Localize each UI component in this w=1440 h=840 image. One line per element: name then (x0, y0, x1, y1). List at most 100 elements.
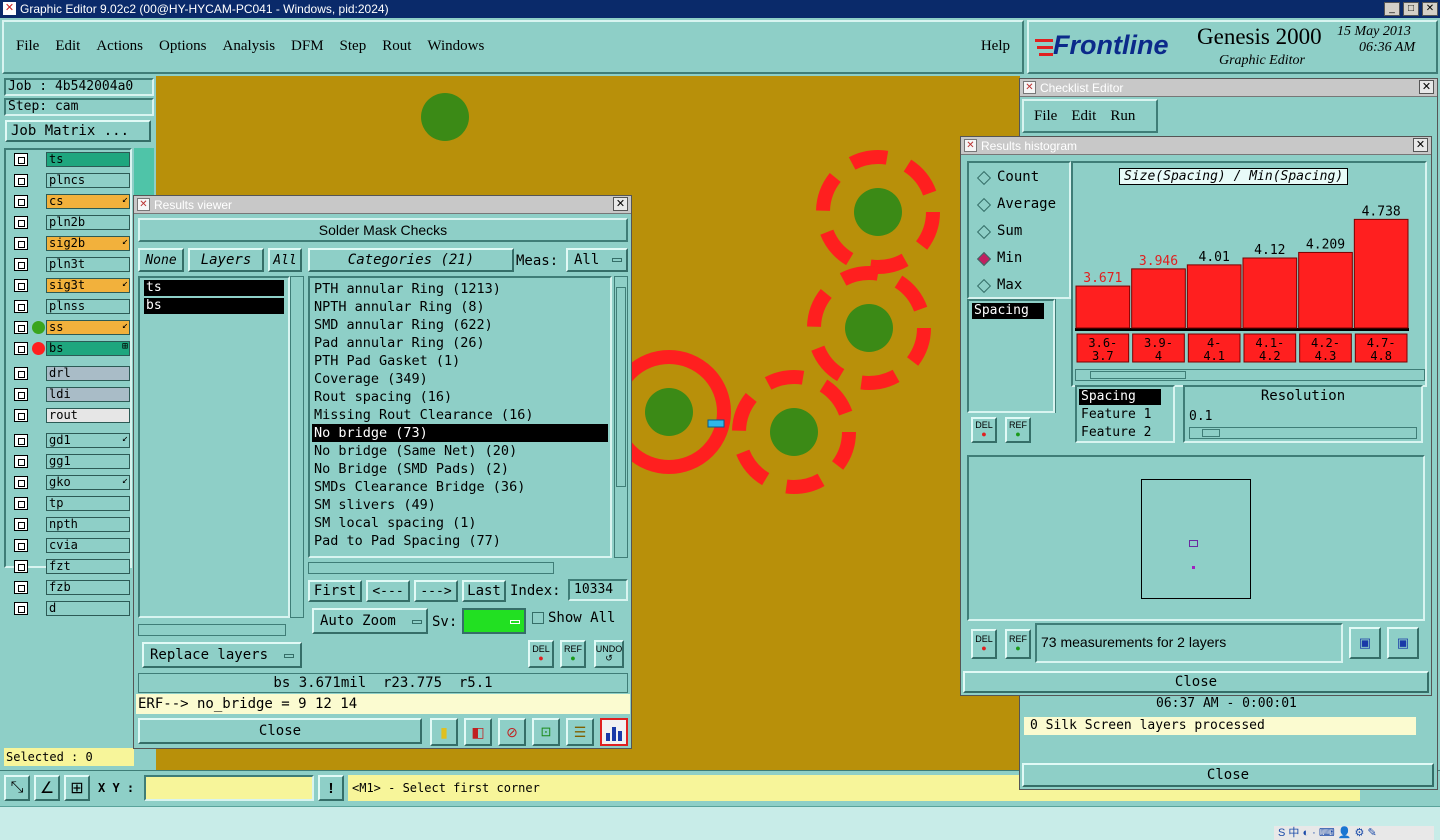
ref-off-icon[interactable]: ⊘ (498, 718, 526, 746)
layer-checkbox[interactable] (14, 539, 28, 552)
prev-button[interactable]: <--- (366, 580, 410, 602)
rv-close-button[interactable]: Close (138, 718, 422, 744)
sv-color-select[interactable] (462, 608, 526, 634)
histogram-icon[interactable] (600, 718, 628, 746)
category-item[interactable]: PTH annular Ring (1213) (312, 280, 608, 298)
menu-edit[interactable]: Edit (55, 38, 80, 55)
layer-row-pln2b[interactable]: pln2b (14, 215, 130, 230)
layer-checkbox[interactable] (14, 497, 28, 510)
auto-zoom-select[interactable]: Auto Zoom (312, 608, 428, 634)
layer-checkbox[interactable] (14, 195, 28, 208)
measure-icon[interactable]: ∠ (34, 775, 60, 801)
ime-tray[interactable]: S 中 ◐ · ⌨ 👤 ⚙ ✎ (1274, 826, 1434, 840)
all-layers-button[interactable]: All (268, 248, 302, 272)
category-item[interactable]: SM local spacing (1) (312, 514, 608, 532)
layer-color-dot[interactable] (32, 342, 45, 355)
zoom-to-icon[interactable]: ▣ (1387, 627, 1419, 659)
checklist-menu-file[interactable]: File (1034, 108, 1057, 125)
category-item[interactable]: SM slivers (49) (312, 496, 608, 514)
category-item[interactable]: Coverage (349) (312, 370, 608, 388)
category-item[interactable]: SMD annular Ring (622) (312, 316, 608, 334)
first-button[interactable]: First (308, 580, 362, 602)
layer-checkbox[interactable] (14, 476, 28, 489)
layer-row-pln3t[interactable]: pln3t (14, 257, 130, 272)
minimize-button[interactable]: _ (1384, 2, 1400, 16)
rv-del-button[interactable]: DEL ● (528, 640, 554, 668)
layer-row-drl[interactable]: drl (14, 366, 130, 381)
checklist-close-icon[interactable]: ✕ (1419, 80, 1434, 94)
zoom-area-icon[interactable]: ⤡ (4, 775, 30, 801)
checklist-menu-edit[interactable]: Edit (1071, 108, 1096, 125)
checklist-close-button[interactable]: Close (1022, 763, 1434, 787)
layer-row-fzb[interactable]: fzb (14, 580, 130, 595)
category-item[interactable]: Missing Rout Clearance (16) (312, 406, 608, 424)
last-button[interactable]: Last (462, 580, 506, 602)
menu-step[interactable]: Step (340, 38, 367, 55)
layers-button[interactable]: Layers (188, 248, 264, 272)
result-layer-ts[interactable]: ts (144, 280, 284, 296)
layer-row-fzt[interactable]: fzt (14, 559, 130, 574)
help-menu[interactable]: Help (981, 38, 1010, 55)
category-item[interactable]: Pad to Pad Spacing (77) (312, 532, 608, 550)
layer-row-tp[interactable]: tp (14, 496, 130, 511)
histogram-close-button[interactable]: Close (963, 671, 1429, 693)
layer-color-dot[interactable] (32, 321, 45, 334)
layer-checkbox[interactable] (14, 153, 28, 166)
layer-checkbox[interactable] (14, 434, 28, 447)
index-input[interactable]: 10334 (568, 579, 628, 601)
layer-row-bs[interactable]: bs ⊞ (14, 341, 130, 356)
layer-row-rout[interactable]: rout (14, 408, 130, 423)
menu-rout[interactable]: Rout (382, 38, 411, 55)
show-all-checkbox[interactable] (532, 612, 544, 624)
meas-select[interactable]: All (566, 248, 628, 272)
category-scrollbar[interactable] (614, 276, 628, 558)
category-item[interactable]: SMDs Clearance Bridge (36) (312, 478, 608, 496)
category-item[interactable]: No Bridge (SMD Pads) (2) (312, 460, 608, 478)
attribute-item[interactable]: Feature 1 (1079, 407, 1161, 423)
layer-checkbox[interactable] (14, 342, 28, 355)
maximize-button[interactable]: □ (1403, 2, 1419, 16)
report-icon[interactable]: ◧ (464, 718, 492, 746)
rv-ref-button[interactable]: REF ● (560, 640, 586, 668)
histogram-del-button[interactable]: DEL ● (971, 417, 997, 443)
menu-windows[interactable]: Windows (427, 38, 484, 55)
highlight-icon[interactable]: ▮ (430, 718, 458, 746)
layer-checkbox[interactable] (14, 388, 28, 401)
xy-input[interactable] (144, 775, 314, 801)
result-layer-bs[interactable]: bs (144, 298, 284, 314)
layer-checkbox[interactable] (14, 174, 28, 187)
histogram-ref-button[interactable]: REF ● (1005, 417, 1031, 443)
categories-button[interactable]: Categories (21) (308, 248, 514, 272)
checklist-menu-run[interactable]: Run (1110, 108, 1135, 125)
layer-checkbox[interactable] (14, 581, 28, 594)
alert-icon[interactable]: ! (318, 775, 344, 801)
layer-row-d[interactable]: d (14, 601, 130, 616)
layer-row-plnss[interactable]: plnss (14, 299, 130, 314)
layer-row-cs[interactable]: cs ↙ (14, 194, 130, 209)
resolution-slider[interactable] (1189, 427, 1417, 439)
layer-results-scrollbar[interactable] (290, 276, 304, 618)
layer-row-gg1[interactable]: gg1 (14, 454, 130, 469)
layer-checkbox[interactable] (14, 518, 28, 531)
job-matrix-button[interactable]: Job Matrix ... (5, 120, 151, 142)
measure-list-scrollbar[interactable] (1055, 299, 1069, 413)
step-icon[interactable]: ⊡ (532, 718, 560, 746)
category-item[interactable]: NPTH annular Ring (8) (312, 298, 608, 316)
histogram-close-icon[interactable]: ✕ (1413, 138, 1428, 152)
layer-checkbox[interactable] (14, 409, 28, 422)
results-viewer-close-icon[interactable]: ✕ (613, 197, 628, 211)
layer-row-ss[interactable]: ss ↙ (14, 320, 130, 335)
layer-row-plncs[interactable]: plncs (14, 173, 130, 188)
menu-analysis[interactable]: Analysis (223, 38, 276, 55)
snap-icon[interactable]: ⊞ (64, 775, 90, 801)
menu-actions[interactable]: Actions (96, 38, 143, 55)
attribute-item[interactable]: Spacing (1079, 389, 1161, 405)
menu-options[interactable]: Options (159, 38, 207, 55)
close-window-button[interactable]: ✕ (1422, 2, 1438, 16)
layer-checkbox[interactable] (14, 455, 28, 468)
category-item[interactable]: PTH Pad Gasket (1) (312, 352, 608, 370)
layer-row-gko[interactable]: gko ↙ (14, 475, 130, 490)
none-button[interactable]: None (138, 248, 184, 272)
attribute-item[interactable]: Feature 2 (1079, 425, 1161, 441)
layer-checkbox[interactable] (14, 367, 28, 380)
